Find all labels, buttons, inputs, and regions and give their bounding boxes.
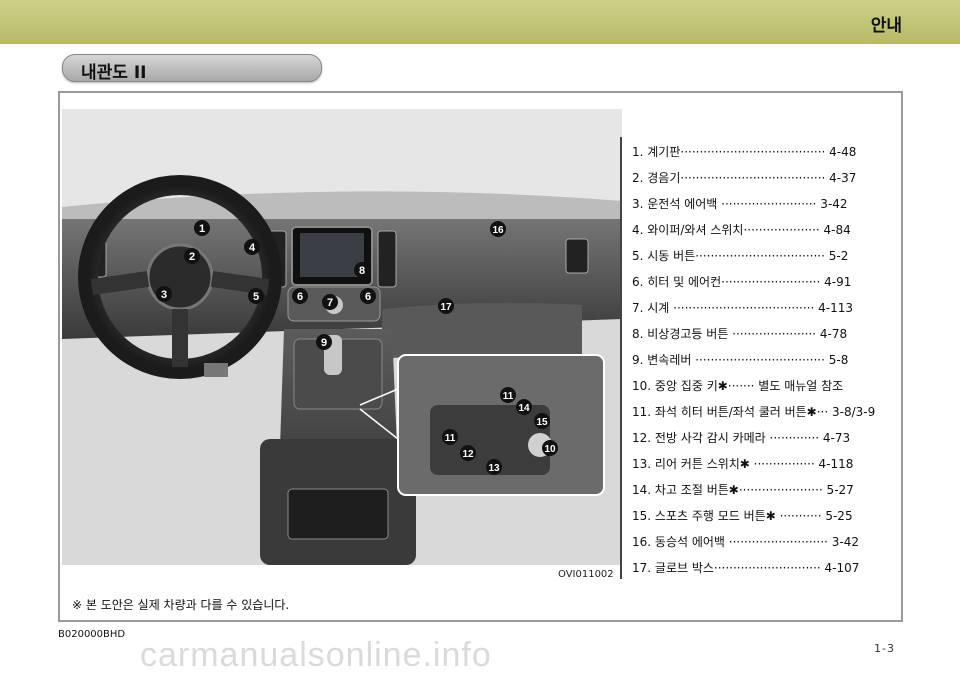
legend-item: 8. 비상경고등 버튼 ······················ 4-78 <box>632 327 848 341</box>
svg-text:11: 11 <box>445 433 456 444</box>
svg-text:7: 7 <box>327 297 333 309</box>
callout-12: 12 <box>460 445 476 461</box>
legend-item: 14. 차고 조절 버튼✱······················ 5-27 <box>632 483 854 497</box>
svg-text:11: 11 <box>503 391 514 402</box>
callout-2: 2 <box>184 248 200 264</box>
legend-item: 6. 히터 및 에어컨·························· 4-… <box>632 275 852 289</box>
legend-item: 7. 시계 ··································… <box>632 301 853 315</box>
callout-13: 13 <box>486 459 502 475</box>
callout-17: 17 <box>438 298 454 314</box>
callout-14: 14 <box>516 399 532 415</box>
component-legend: 1. 계기판··································… <box>620 137 900 579</box>
section-tab-label: 내관도 II <box>81 63 147 83</box>
callout-7: 7 <box>322 294 338 310</box>
header-bar: 안내 <box>0 0 960 44</box>
watermark: carmanualsonline.info <box>140 636 492 674</box>
svg-text:14: 14 <box>518 403 530 414</box>
callout-3: 3 <box>156 286 172 302</box>
svg-text:3: 3 <box>161 289 167 301</box>
svg-text:13: 13 <box>488 463 500 474</box>
callout-6-right: 6 <box>360 288 376 304</box>
legend-item: 5. 시동 버튼································… <box>632 249 849 263</box>
legend-item: 17. 글로브 박스···························· 4… <box>632 561 860 575</box>
disclaimer-note: ※ 본 도안은 실제 차량과 다를 수 있습니다. <box>72 598 290 612</box>
svg-text:6: 6 <box>365 291 371 303</box>
callout-5: 5 <box>248 288 264 304</box>
svg-text:2: 2 <box>189 251 195 263</box>
svg-text:10: 10 <box>544 444 556 455</box>
section-tab: 내관도 II <box>62 54 322 83</box>
legend-item: 4. 와이퍼/와셔 스위치···················· 4-84 <box>632 223 851 237</box>
figure-frame: 1 2 3 4 5 6 7 6 8 9 16 17 11 14 15 11 12… <box>58 91 903 622</box>
image-code: OVI011002 <box>558 569 614 580</box>
document-code: B020000BHD <box>58 629 126 640</box>
legend-item: 1. 계기판··································… <box>632 145 857 159</box>
callout-15: 15 <box>534 413 550 429</box>
callout-6-left: 6 <box>292 288 308 304</box>
svg-text:1: 1 <box>199 223 205 235</box>
svg-text:6: 6 <box>297 291 303 303</box>
callout-10: 10 <box>542 440 558 456</box>
section-title: 안내 <box>870 16 902 36</box>
svg-text:12: 12 <box>462 449 474 460</box>
legend-item: 9. 변속레버 ································… <box>632 353 849 367</box>
legend-item: 16. 동승석 에어백 ·························· 3… <box>632 535 859 549</box>
svg-text:17: 17 <box>440 302 452 313</box>
interior-illustration: 1 2 3 4 5 6 7 6 8 9 16 17 11 14 15 11 12… <box>62 109 622 565</box>
legend-divider <box>620 137 622 579</box>
callout-11-top: 11 <box>500 387 516 403</box>
legend-item: 15. 스포츠 주행 모드 버튼✱ ··········· 5-25 <box>632 509 853 523</box>
svg-text:4: 4 <box>249 242 256 254</box>
svg-text:15: 15 <box>536 417 548 428</box>
callout-9: 9 <box>316 334 332 350</box>
page-number: 1-3 <box>874 642 895 655</box>
legend-item: 2. 경음기··································… <box>632 171 857 185</box>
callout-16: 16 <box>490 221 506 237</box>
svg-text:8: 8 <box>359 265 365 277</box>
legend-item: 10. 중앙 집중 키✱······· 별도 매뉴얼 참조 <box>632 379 844 393</box>
svg-text:5: 5 <box>253 291 259 303</box>
callout-4: 4 <box>244 239 260 255</box>
legend-item: 11. 좌석 히터 버튼/좌석 쿨러 버튼✱··· 3-8/3-9 <box>632 405 876 419</box>
legend-item: 13. 리어 커튼 스위치✱ ················ 4-118 <box>632 457 854 471</box>
legend-item: 3. 운전석 에어백 ························· 3-4… <box>632 197 848 211</box>
legend-list: 1. 계기판··································… <box>632 139 875 581</box>
callout-11-bottom: 11 <box>442 429 458 445</box>
svg-text:16: 16 <box>492 225 504 236</box>
callout-8: 8 <box>354 262 370 278</box>
callout-1: 1 <box>194 220 210 236</box>
svg-text:9: 9 <box>321 337 327 349</box>
legend-item: 12. 전방 사각 감시 카메라 ············· 4-73 <box>632 431 851 445</box>
